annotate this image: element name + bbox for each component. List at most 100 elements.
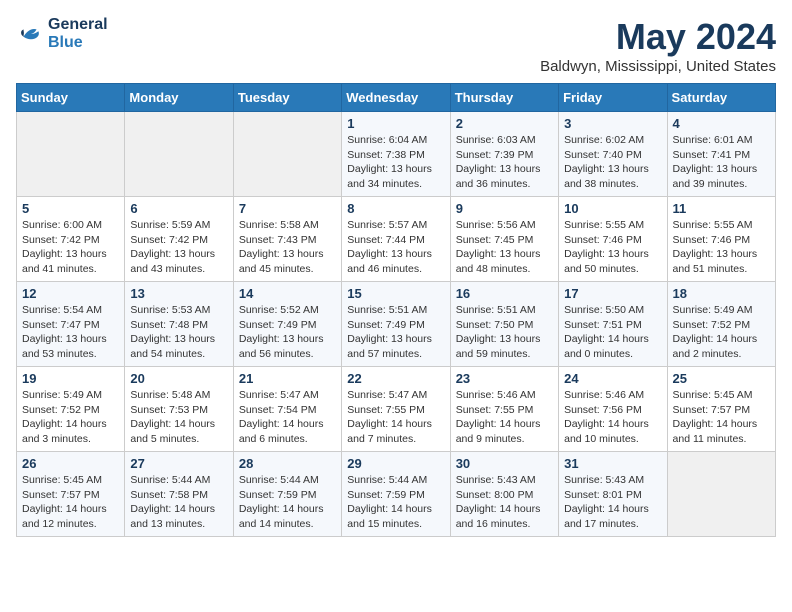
calendar-cell: 18Sunrise: 5:49 AM Sunset: 7:52 PM Dayli…	[667, 282, 775, 367]
day-number: 9	[456, 201, 553, 216]
day-info: Sunrise: 5:54 AM Sunset: 7:47 PM Dayligh…	[22, 303, 119, 362]
day-info: Sunrise: 6:01 AM Sunset: 7:41 PM Dayligh…	[673, 133, 770, 192]
calendar-cell	[125, 112, 233, 197]
day-info: Sunrise: 5:56 AM Sunset: 7:45 PM Dayligh…	[456, 218, 553, 277]
day-number: 2	[456, 116, 553, 131]
calendar-cell: 14 Sunrise: 5:52 AM Sunset: 7:49 PM Dayli…	[233, 282, 341, 367]
calendar-cell: 24 Sunrise: 5:46 AM Sunset: 7:56 PM Dayli…	[559, 367, 667, 452]
day-number: 14	[239, 286, 336, 301]
day-number: 12	[22, 286, 119, 301]
calendar-cell: 1 Sunrise: 6:04 AM Sunset: 7:38 PM Daylig…	[342, 112, 450, 197]
calendar-cell: 29Sunrise: 5:44 AM Sunset: 7:59 PM Dayli…	[342, 452, 450, 537]
month-title: May 2024	[540, 16, 776, 58]
day-number: 19	[22, 371, 119, 386]
day-number: 11	[673, 201, 770, 216]
day-info: Sunrise: 5:57 AM Sunset: 7:44 PM Dayligh…	[347, 218, 444, 277]
day-number: 29	[347, 456, 444, 471]
calendar-cell	[667, 452, 775, 537]
day-number: 15	[347, 286, 444, 301]
day-info: Sunrise: 5:45 AM Sunset: 7:57 PM Dayligh…	[673, 388, 770, 447]
day-info: Sunrise: 5:47 AM Sunset: 7:55 PM Dayligh…	[347, 388, 444, 447]
weekday-header-friday: Friday	[559, 84, 667, 112]
calendar-cell: 7Sunrise: 5:58 AM Sunset: 7:43 PM Daylig…	[233, 197, 341, 282]
day-number: 30	[456, 456, 553, 471]
day-info: Sunrise: 5:59 AM Sunset: 7:42 PM Dayligh…	[130, 218, 227, 277]
weekday-header-tuesday: Tuesday	[233, 84, 341, 112]
day-info: Sunrise: 5:55 AM Sunset: 7:46 PM Dayligh…	[673, 218, 770, 277]
logo-bird-icon	[16, 20, 44, 48]
weekday-header-saturday: Saturday	[667, 84, 775, 112]
calendar-cell: 2Sunrise: 6:03 AM Sunset: 7:39 PM Daylig…	[450, 112, 558, 197]
day-number: 22	[347, 371, 444, 386]
calendar-cell: 27 Sunrise: 5:44 AM Sunset: 7:58 PM Dayli…	[125, 452, 233, 537]
weekday-header-thursday: Thursday	[450, 84, 558, 112]
calendar-table: SundayMondayTuesdayWednesdayThursdayFrid…	[16, 83, 776, 537]
calendar-cell: 8 Sunrise: 5:57 AM Sunset: 7:44 PM Daylig…	[342, 197, 450, 282]
day-number: 8	[347, 201, 444, 216]
day-number: 25	[673, 371, 770, 386]
day-info: Sunrise: 5:49 AM Sunset: 7:52 PM Dayligh…	[22, 388, 119, 447]
day-info: Sunrise: 5:44 AM Sunset: 7:58 PM Dayligh…	[130, 473, 227, 532]
calendar-cell: 9 Sunrise: 5:56 AM Sunset: 7:45 PM Daylig…	[450, 197, 558, 282]
calendar-cell: 3 Sunrise: 6:02 AM Sunset: 7:40 PM Daylig…	[559, 112, 667, 197]
day-info: Sunrise: 5:48 AM Sunset: 7:53 PM Dayligh…	[130, 388, 227, 447]
day-number: 21	[239, 371, 336, 386]
day-number: 23	[456, 371, 553, 386]
day-info: Sunrise: 5:47 AM Sunset: 7:54 PM Dayligh…	[239, 388, 336, 447]
weekday-header-sunday: Sunday	[17, 84, 125, 112]
day-number: 17	[564, 286, 661, 301]
day-info: Sunrise: 5:46 AM Sunset: 7:56 PM Dayligh…	[564, 388, 661, 447]
weekday-header-monday: Monday	[125, 84, 233, 112]
day-info: Sunrise: 5:51 AM Sunset: 7:50 PM Dayligh…	[456, 303, 553, 362]
calendar-cell: 31 Sunrise: 5:43 AM Sunset: 8:01 PM Dayli…	[559, 452, 667, 537]
location: Baldwyn, Mississippi, United States	[540, 58, 776, 75]
day-number: 27	[130, 456, 227, 471]
calendar-cell: 26Sunrise: 5:45 AM Sunset: 7:57 PM Dayli…	[17, 452, 125, 537]
day-info: Sunrise: 6:02 AM Sunset: 7:40 PM Dayligh…	[564, 133, 661, 192]
day-info: Sunrise: 5:58 AM Sunset: 7:43 PM Dayligh…	[239, 218, 336, 277]
calendar-cell: 12 Sunrise: 5:54 AM Sunset: 7:47 PM Dayli…	[17, 282, 125, 367]
day-number: 5	[22, 201, 119, 216]
day-info: Sunrise: 6:00 AM Sunset: 7:42 PM Dayligh…	[22, 218, 119, 277]
calendar-cell: 19 Sunrise: 5:49 AM Sunset: 7:52 PM Dayli…	[17, 367, 125, 452]
page-header: General Blue May 2024 Baldwyn, Mississip…	[16, 16, 776, 75]
logo: General Blue	[16, 16, 108, 52]
logo-text: General Blue	[48, 16, 108, 52]
day-number: 3	[564, 116, 661, 131]
day-info: Sunrise: 5:45 AM Sunset: 7:57 PM Dayligh…	[22, 473, 119, 532]
calendar-cell: 15 Sunrise: 5:51 AM Sunset: 7:49 PM Dayli…	[342, 282, 450, 367]
day-number: 6	[130, 201, 227, 216]
day-info: Sunrise: 5:50 AM Sunset: 7:51 PM Dayligh…	[564, 303, 661, 362]
day-number: 1	[347, 116, 444, 131]
calendar-cell: 28 Sunrise: 5:44 AM Sunset: 7:59 PM Dayli…	[233, 452, 341, 537]
calendar-cell: 20 Sunrise: 5:48 AM Sunset: 7:53 PM Dayli…	[125, 367, 233, 452]
calendar-cell: 23 Sunrise: 5:46 AM Sunset: 7:55 PM Dayli…	[450, 367, 558, 452]
day-number: 20	[130, 371, 227, 386]
day-info: Sunrise: 6:04 AM Sunset: 7:38 PM Dayligh…	[347, 133, 444, 192]
day-info: Sunrise: 5:46 AM Sunset: 7:55 PM Dayligh…	[456, 388, 553, 447]
day-info: Sunrise: 5:51 AM Sunset: 7:49 PM Dayligh…	[347, 303, 444, 362]
calendar-cell: 22 Sunrise: 5:47 AM Sunset: 7:55 PM Dayli…	[342, 367, 450, 452]
calendar-cell: 21 Sunrise: 5:47 AM Sunset: 7:54 PM Dayli…	[233, 367, 341, 452]
day-info: Sunrise: 5:43 AM Sunset: 8:00 PM Dayligh…	[456, 473, 553, 532]
calendar-cell: 5 Sunrise: 6:00 AM Sunset: 7:42 PM Daylig…	[17, 197, 125, 282]
day-number: 31	[564, 456, 661, 471]
calendar-cell: 4 Sunrise: 6:01 AM Sunset: 7:41 PM Daylig…	[667, 112, 775, 197]
day-number: 28	[239, 456, 336, 471]
day-info: Sunrise: 5:55 AM Sunset: 7:46 PM Dayligh…	[564, 218, 661, 277]
calendar-cell: 11 Sunrise: 5:55 AM Sunset: 7:46 PM Dayli…	[667, 197, 775, 282]
day-info: Sunrise: 5:53 AM Sunset: 7:48 PM Dayligh…	[130, 303, 227, 362]
calendar-cell: 16Sunrise: 5:51 AM Sunset: 7:50 PM Dayli…	[450, 282, 558, 367]
calendar-cell: 6 Sunrise: 5:59 AM Sunset: 7:42 PM Daylig…	[125, 197, 233, 282]
title-block: May 2024 Baldwyn, Mississippi, United St…	[540, 16, 776, 75]
day-info: Sunrise: 5:43 AM Sunset: 8:01 PM Dayligh…	[564, 473, 661, 532]
calendar-cell: 25 Sunrise: 5:45 AM Sunset: 7:57 PM Dayli…	[667, 367, 775, 452]
day-number: 18	[673, 286, 770, 301]
day-number: 24	[564, 371, 661, 386]
day-number: 4	[673, 116, 770, 131]
calendar-cell: 13Sunrise: 5:53 AM Sunset: 7:48 PM Dayli…	[125, 282, 233, 367]
calendar-cell: 30 Sunrise: 5:43 AM Sunset: 8:00 PM Dayli…	[450, 452, 558, 537]
day-info: Sunrise: 5:44 AM Sunset: 7:59 PM Dayligh…	[239, 473, 336, 532]
day-info: Sunrise: 5:52 AM Sunset: 7:49 PM Dayligh…	[239, 303, 336, 362]
calendar-cell: 10Sunrise: 5:55 AM Sunset: 7:46 PM Dayli…	[559, 197, 667, 282]
